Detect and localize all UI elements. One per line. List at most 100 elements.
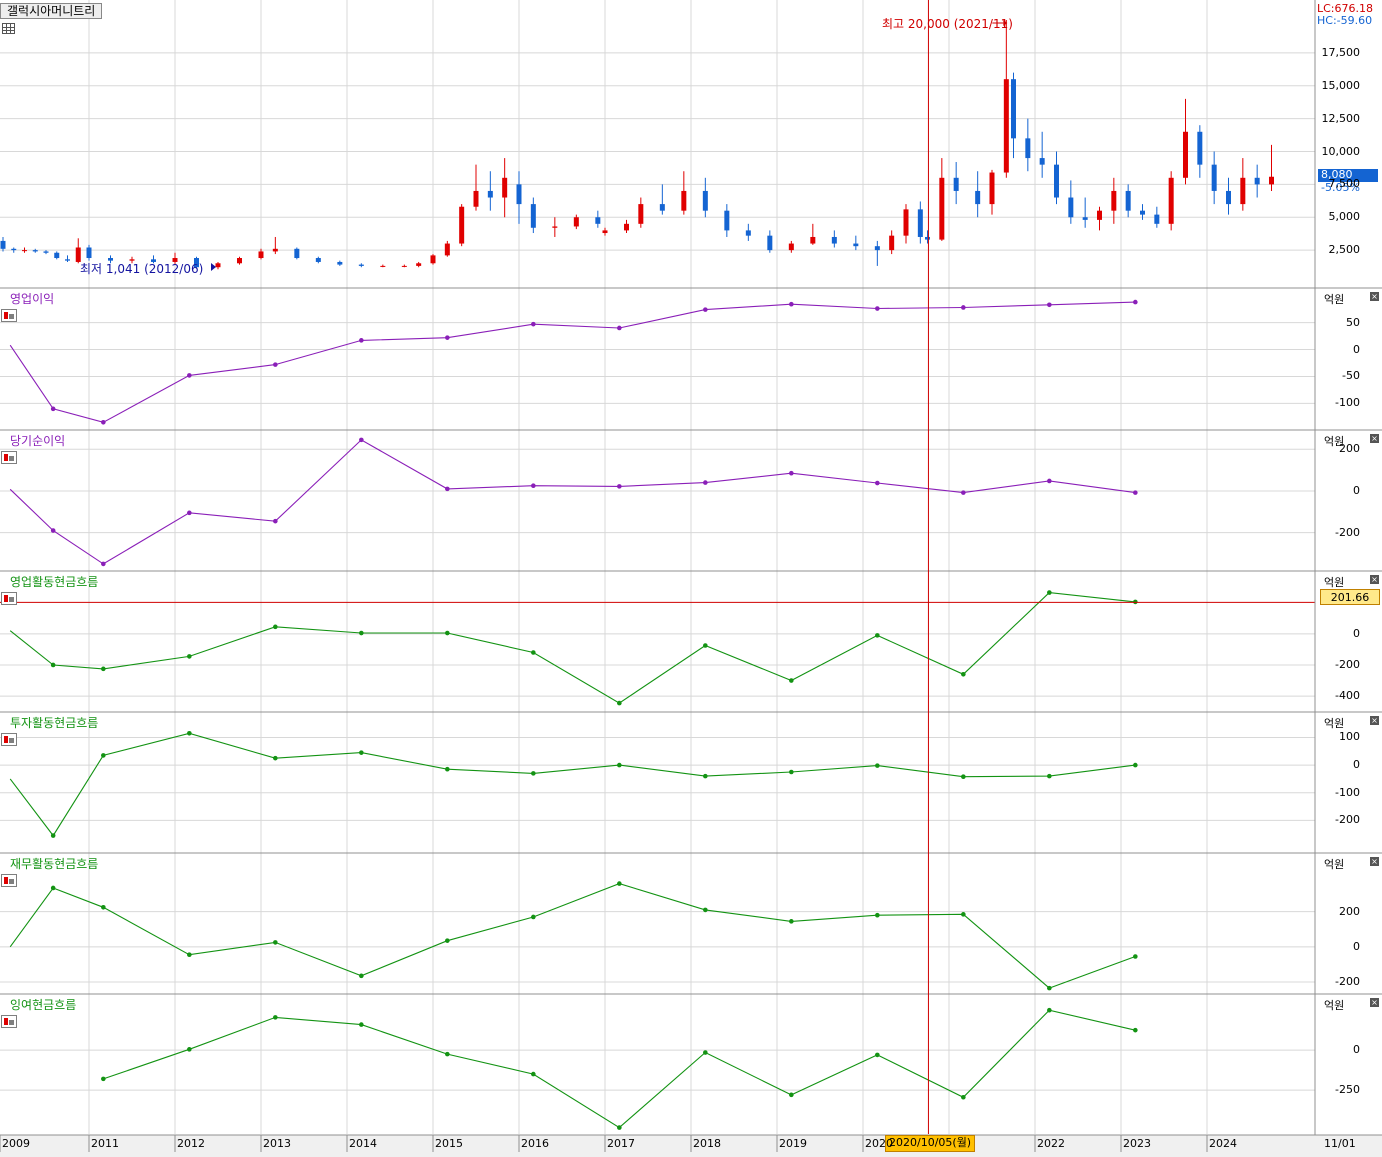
candle-body bbox=[1125, 190, 1131, 211]
close-pane-icon[interactable]: × bbox=[1370, 857, 1379, 866]
candle-body bbox=[22, 250, 27, 252]
data-point bbox=[50, 885, 56, 891]
indicator-settings-icon[interactable] bbox=[1, 1015, 17, 1028]
y-axis-tick-label: 15,000 bbox=[1321, 78, 1361, 92]
indicator-settings-icon[interactable] bbox=[1, 592, 17, 605]
candle-body bbox=[702, 190, 708, 211]
data-point bbox=[187, 1047, 192, 1052]
unit-label: 억원 bbox=[1324, 999, 1345, 1012]
data-point bbox=[359, 973, 364, 979]
data-point bbox=[961, 1094, 966, 1100]
y-axis-tick-label: -200 bbox=[1335, 813, 1360, 827]
candle-body bbox=[1240, 177, 1246, 205]
data-point bbox=[531, 771, 536, 776]
indicator-settings-icon[interactable] bbox=[1, 733, 17, 746]
candle-body bbox=[925, 236, 930, 240]
data-point bbox=[273, 1015, 278, 1020]
data-point bbox=[617, 325, 622, 331]
data-point bbox=[789, 470, 794, 476]
data-point bbox=[1047, 985, 1052, 991]
candle-body bbox=[624, 223, 629, 231]
table-icon[interactable] bbox=[2, 23, 15, 34]
chart-canvas[interactable] bbox=[0, 0, 1382, 1157]
x-axis-tick-label: 2012 bbox=[177, 1137, 205, 1150]
indicator-settings-icon[interactable] bbox=[1, 874, 17, 887]
data-point bbox=[1133, 299, 1138, 305]
data-point bbox=[961, 305, 966, 310]
candle-body bbox=[516, 184, 522, 205]
candle-body bbox=[602, 230, 608, 234]
candle-body bbox=[215, 263, 221, 268]
candle-body bbox=[831, 236, 837, 244]
x-axis-tick-label: 2023 bbox=[1123, 1137, 1151, 1150]
pane-title: 당기순이익 bbox=[10, 434, 66, 448]
close-pane-icon[interactable]: × bbox=[1370, 716, 1379, 725]
data-point bbox=[50, 406, 56, 412]
data-point bbox=[1133, 599, 1138, 605]
data-point bbox=[187, 730, 192, 736]
x-axis-tick-label: 2018 bbox=[693, 1137, 721, 1150]
data-point bbox=[445, 630, 450, 636]
x-axis-tick-label: 2024 bbox=[1209, 1137, 1237, 1150]
candle-body bbox=[659, 204, 665, 211]
unit-label: 억원 bbox=[1324, 293, 1345, 306]
data-point bbox=[789, 301, 794, 307]
stock-name-label: 갤럭시아머니트리 bbox=[0, 3, 103, 19]
close-pane-icon[interactable]: × bbox=[1370, 434, 1379, 443]
y-axis-tick-label: 0 bbox=[1353, 626, 1360, 640]
data-point bbox=[101, 666, 106, 672]
series-line bbox=[9, 592, 1136, 704]
y-axis-tick-label: 2,500 bbox=[1328, 243, 1361, 257]
x-axis-tick-label: 2015 bbox=[435, 1137, 463, 1150]
x-axis-tick-label: 2014 bbox=[349, 1137, 377, 1150]
close-pane-icon[interactable]: × bbox=[1370, 292, 1379, 301]
x-axis-tick-label: 2009 bbox=[2, 1137, 30, 1150]
close-pane-icon[interactable]: × bbox=[1370, 575, 1379, 584]
data-point bbox=[531, 914, 536, 920]
stock-chart-window[interactable]: 갤럭시아머니트리 LC:676.18 HC:-59.60 8,080 -5.05… bbox=[0, 0, 1382, 1157]
data-point bbox=[187, 952, 192, 958]
candle-body bbox=[681, 190, 687, 211]
y-axis-tick-label: 17,500 bbox=[1321, 45, 1361, 59]
data-point bbox=[1133, 762, 1138, 768]
data-point bbox=[445, 938, 450, 943]
unit-label: 억원 bbox=[1324, 717, 1345, 730]
candle-body bbox=[337, 261, 343, 265]
y-axis-tick-label: 100 bbox=[1339, 730, 1360, 744]
data-point bbox=[445, 1051, 450, 1057]
candle-body bbox=[788, 243, 794, 251]
data-point bbox=[875, 306, 880, 311]
indicator-settings-icon[interactable] bbox=[1, 451, 17, 464]
y-axis-tick-label: 50 bbox=[1346, 315, 1360, 329]
candle-body bbox=[1226, 190, 1231, 205]
data-point bbox=[273, 518, 278, 524]
y-axis-tick-label: 0 bbox=[1353, 758, 1360, 772]
data-point bbox=[617, 700, 622, 706]
close-pane-icon[interactable]: × bbox=[1370, 998, 1379, 1007]
candle-body bbox=[1039, 158, 1045, 165]
data-point bbox=[359, 1022, 364, 1027]
y-axis-tick-label: -250 bbox=[1335, 1083, 1360, 1097]
data-point bbox=[273, 755, 278, 761]
y-axis-tick-label: 12,500 bbox=[1321, 111, 1361, 125]
candle-body bbox=[1068, 197, 1074, 218]
candle-body bbox=[473, 190, 479, 207]
data-point bbox=[359, 338, 364, 343]
data-point bbox=[50, 662, 56, 668]
data-point bbox=[187, 654, 192, 659]
data-point bbox=[875, 912, 880, 918]
y-axis-tick-label: 7,500 bbox=[1328, 177, 1361, 191]
candle-body bbox=[530, 204, 536, 228]
data-point bbox=[617, 484, 622, 489]
data-point bbox=[961, 912, 966, 917]
indicator-settings-icon[interactable] bbox=[1, 309, 17, 322]
candle-body bbox=[237, 258, 242, 264]
data-point bbox=[875, 480, 880, 486]
low-arrow-head bbox=[211, 263, 216, 271]
series-line bbox=[9, 439, 1136, 565]
y-axis-tick-label: 10,000 bbox=[1321, 144, 1361, 158]
candle-body bbox=[1140, 210, 1145, 215]
data-point bbox=[789, 678, 794, 683]
y-axis-tick-label: 0 bbox=[1353, 939, 1360, 953]
candle-body bbox=[32, 250, 38, 252]
